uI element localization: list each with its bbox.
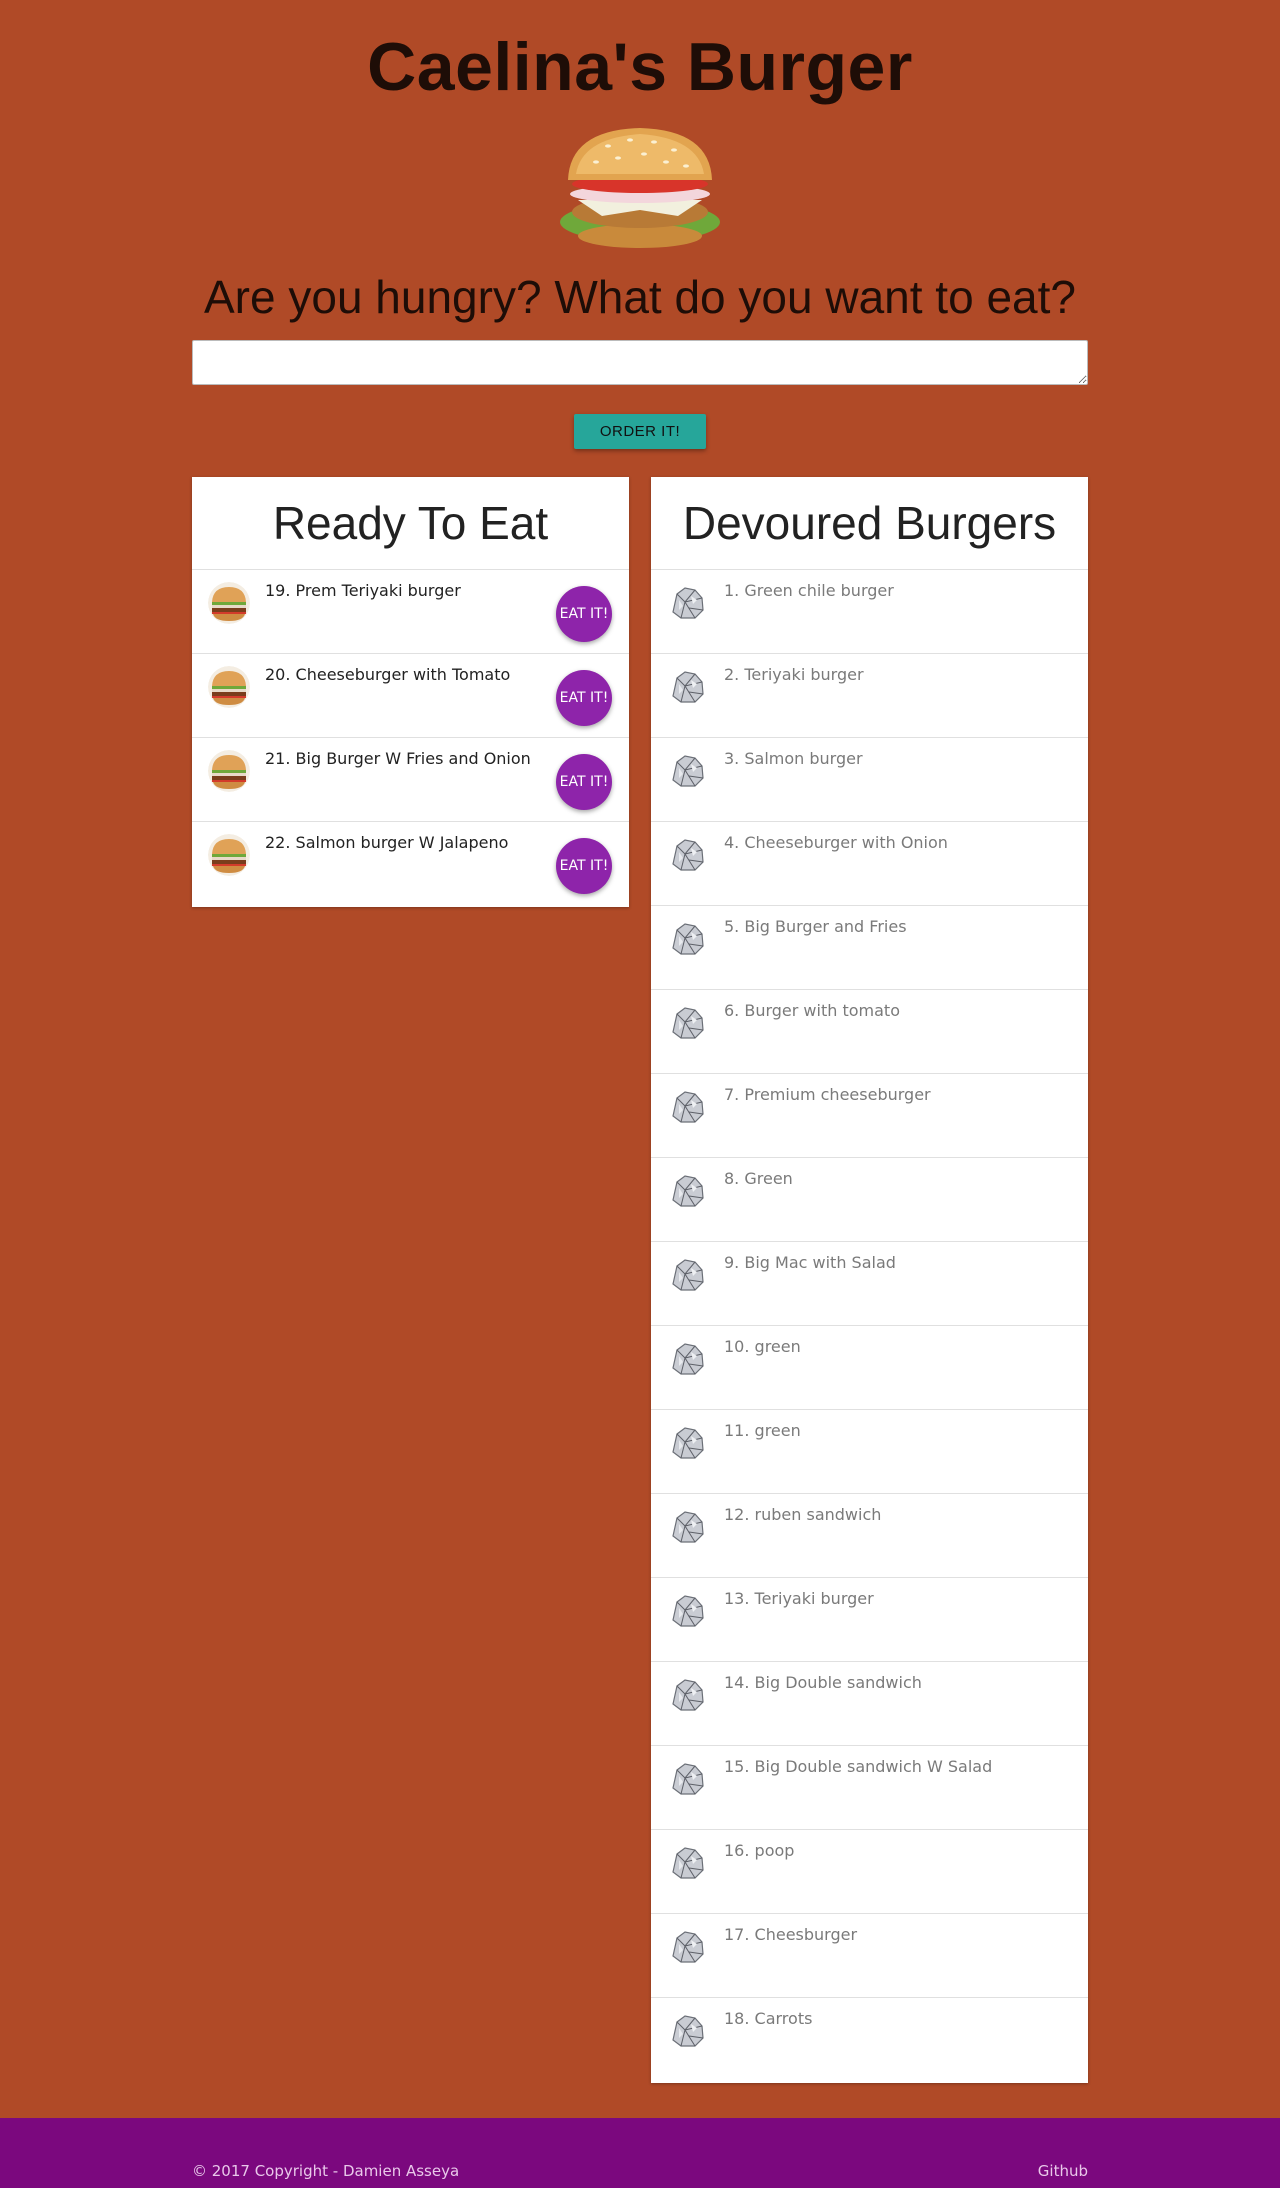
ready-item-label: 21. Big Burger W Fries and Onion	[265, 749, 531, 768]
ready-item: 20. Cheeseburger with Tomato EAT IT!	[192, 654, 629, 738]
devoured-item-label: 6. Burger with tomato	[724, 1001, 900, 1020]
devoured-item: 17. Cheesburger	[651, 1914, 1088, 1998]
burger-order-input[interactable]	[192, 340, 1088, 385]
devoured-item-label: 1. Green chile burger	[724, 581, 894, 600]
ready-list: 19. Prem Teriyaki burger EAT IT! 20. Chees…	[192, 570, 629, 906]
devoured-item-label: 9. Big Mac with Salad	[724, 1253, 896, 1272]
devoured-item: 2. Teriyaki burger	[651, 654, 1088, 738]
foil-wrapper-icon	[667, 2010, 709, 2052]
devoured-item-label: 10. green	[724, 1337, 801, 1356]
devoured-item: 6. Burger with tomato	[651, 990, 1088, 1074]
ready-item-label: 20. Cheeseburger with Tomato	[265, 665, 511, 684]
foil-wrapper-icon	[667, 666, 709, 708]
devoured-item-label: 8. Green	[724, 1169, 793, 1188]
devoured-item: 9. Big Mac with Salad	[651, 1242, 1088, 1326]
foil-wrapper-icon	[667, 1002, 709, 1044]
burger-avatar-icon	[208, 582, 250, 624]
devoured-list: 1. Green chile burger 2. Teriyaki burger 3…	[651, 570, 1088, 2082]
devoured-item-label: 7. Premium cheeseburger	[724, 1085, 931, 1104]
github-link[interactable]: Github	[1038, 2162, 1088, 2180]
foil-wrapper-icon	[667, 1926, 709, 1968]
devoured-item-label: 3. Salmon burger	[724, 749, 863, 768]
devoured-item-label: 17. Cheesburger	[724, 1925, 858, 1944]
ready-item: 22. Salmon burger W Jalapeno EAT IT!	[192, 822, 629, 906]
foil-wrapper-icon	[667, 1842, 709, 1884]
eat-it-button[interactable]: EAT IT!	[556, 838, 612, 894]
page-footer: © 2017 Copyright - Damien Asseya Github	[0, 2118, 1280, 2188]
devoured-item-label: 5. Big Burger and Fries	[724, 917, 907, 936]
devoured-item: 11. green	[651, 1410, 1088, 1494]
devoured-item: 12. ruben sandwich	[651, 1494, 1088, 1578]
devoured-item-label: 16. poop	[724, 1841, 795, 1860]
page-title: Caelina's Burger	[367, 29, 913, 105]
burger-avatar-icon	[208, 834, 250, 876]
foil-wrapper-icon	[667, 834, 709, 876]
devoured-item-label: 15. Big Double sandwich W Salad	[724, 1757, 993, 1776]
devoured-burgers-panel: Devoured Burgers 1. Green chile burger 2.…	[651, 477, 1088, 2083]
eat-it-button[interactable]: EAT IT!	[556, 754, 612, 810]
foil-wrapper-icon	[667, 1086, 709, 1128]
devoured-item: 16. poop	[651, 1830, 1088, 1914]
ready-item: 21. Big Burger W Fries and Onion EAT IT!	[192, 738, 629, 822]
ready-to-eat-panel: Ready To Eat 19. Prem Teriyaki burger EAT…	[192, 477, 629, 907]
devoured-item: 3. Salmon burger	[651, 738, 1088, 822]
burger-avatar-icon	[208, 750, 250, 792]
ready-item-label: 22. Salmon burger W Jalapeno	[265, 833, 509, 852]
burger-avatar-icon	[208, 666, 250, 708]
foil-wrapper-icon	[667, 1254, 709, 1296]
eat-it-button[interactable]: EAT IT!	[556, 586, 612, 642]
devoured-item: 4. Cheeseburger with Onion	[651, 822, 1088, 906]
ready-item: 19. Prem Teriyaki burger EAT IT!	[192, 570, 629, 654]
ready-to-eat-heading: Ready To Eat	[192, 477, 629, 570]
foil-wrapper-icon	[667, 1590, 709, 1632]
devoured-item: 10. green	[651, 1326, 1088, 1410]
foil-wrapper-icon	[667, 750, 709, 792]
foil-wrapper-icon	[667, 1338, 709, 1380]
devoured-item: 18. Carrots	[651, 1998, 1088, 2082]
devoured-item: 8. Green	[651, 1158, 1088, 1242]
devoured-item-label: 13. Teriyaki burger	[724, 1589, 874, 1608]
foil-wrapper-icon	[667, 1422, 709, 1464]
foil-wrapper-icon	[667, 582, 709, 624]
ready-item-label: 19. Prem Teriyaki burger	[265, 581, 461, 600]
copyright-text: © 2017 Copyright - Damien Asseya	[192, 2162, 460, 2180]
foil-wrapper-icon	[667, 1758, 709, 1800]
devoured-item-label: 2. Teriyaki burger	[724, 665, 864, 684]
devoured-item: 15. Big Double sandwich W Salad	[651, 1746, 1088, 1830]
hunger-prompt: Are you hungry? What do you want to eat?	[204, 271, 1076, 323]
devoured-item-label: 12. ruben sandwich	[724, 1505, 882, 1524]
devoured-item: 7. Premium cheeseburger	[651, 1074, 1088, 1158]
foil-wrapper-icon	[667, 1170, 709, 1212]
devoured-item: 13. Teriyaki burger	[651, 1578, 1088, 1662]
devoured-item: 1. Green chile burger	[651, 570, 1088, 654]
foil-wrapper-icon	[667, 1674, 709, 1716]
devoured-item-label: 11. green	[724, 1421, 801, 1440]
devoured-item-label: 18. Carrots	[724, 2009, 813, 2028]
devoured-item: 14. Big Double sandwich	[651, 1662, 1088, 1746]
devoured-item: 5. Big Burger and Fries	[651, 906, 1088, 990]
foil-wrapper-icon	[667, 1506, 709, 1548]
eat-it-button[interactable]: EAT IT!	[556, 670, 612, 726]
devoured-item-label: 14. Big Double sandwich	[724, 1673, 922, 1692]
devoured-item-label: 4. Cheeseburger with Onion	[724, 833, 948, 852]
devoured-burgers-heading: Devoured Burgers	[651, 477, 1088, 570]
burger-hero-image	[560, 128, 720, 248]
order-button[interactable]: ORDER IT!	[574, 414, 706, 449]
foil-wrapper-icon	[667, 918, 709, 960]
